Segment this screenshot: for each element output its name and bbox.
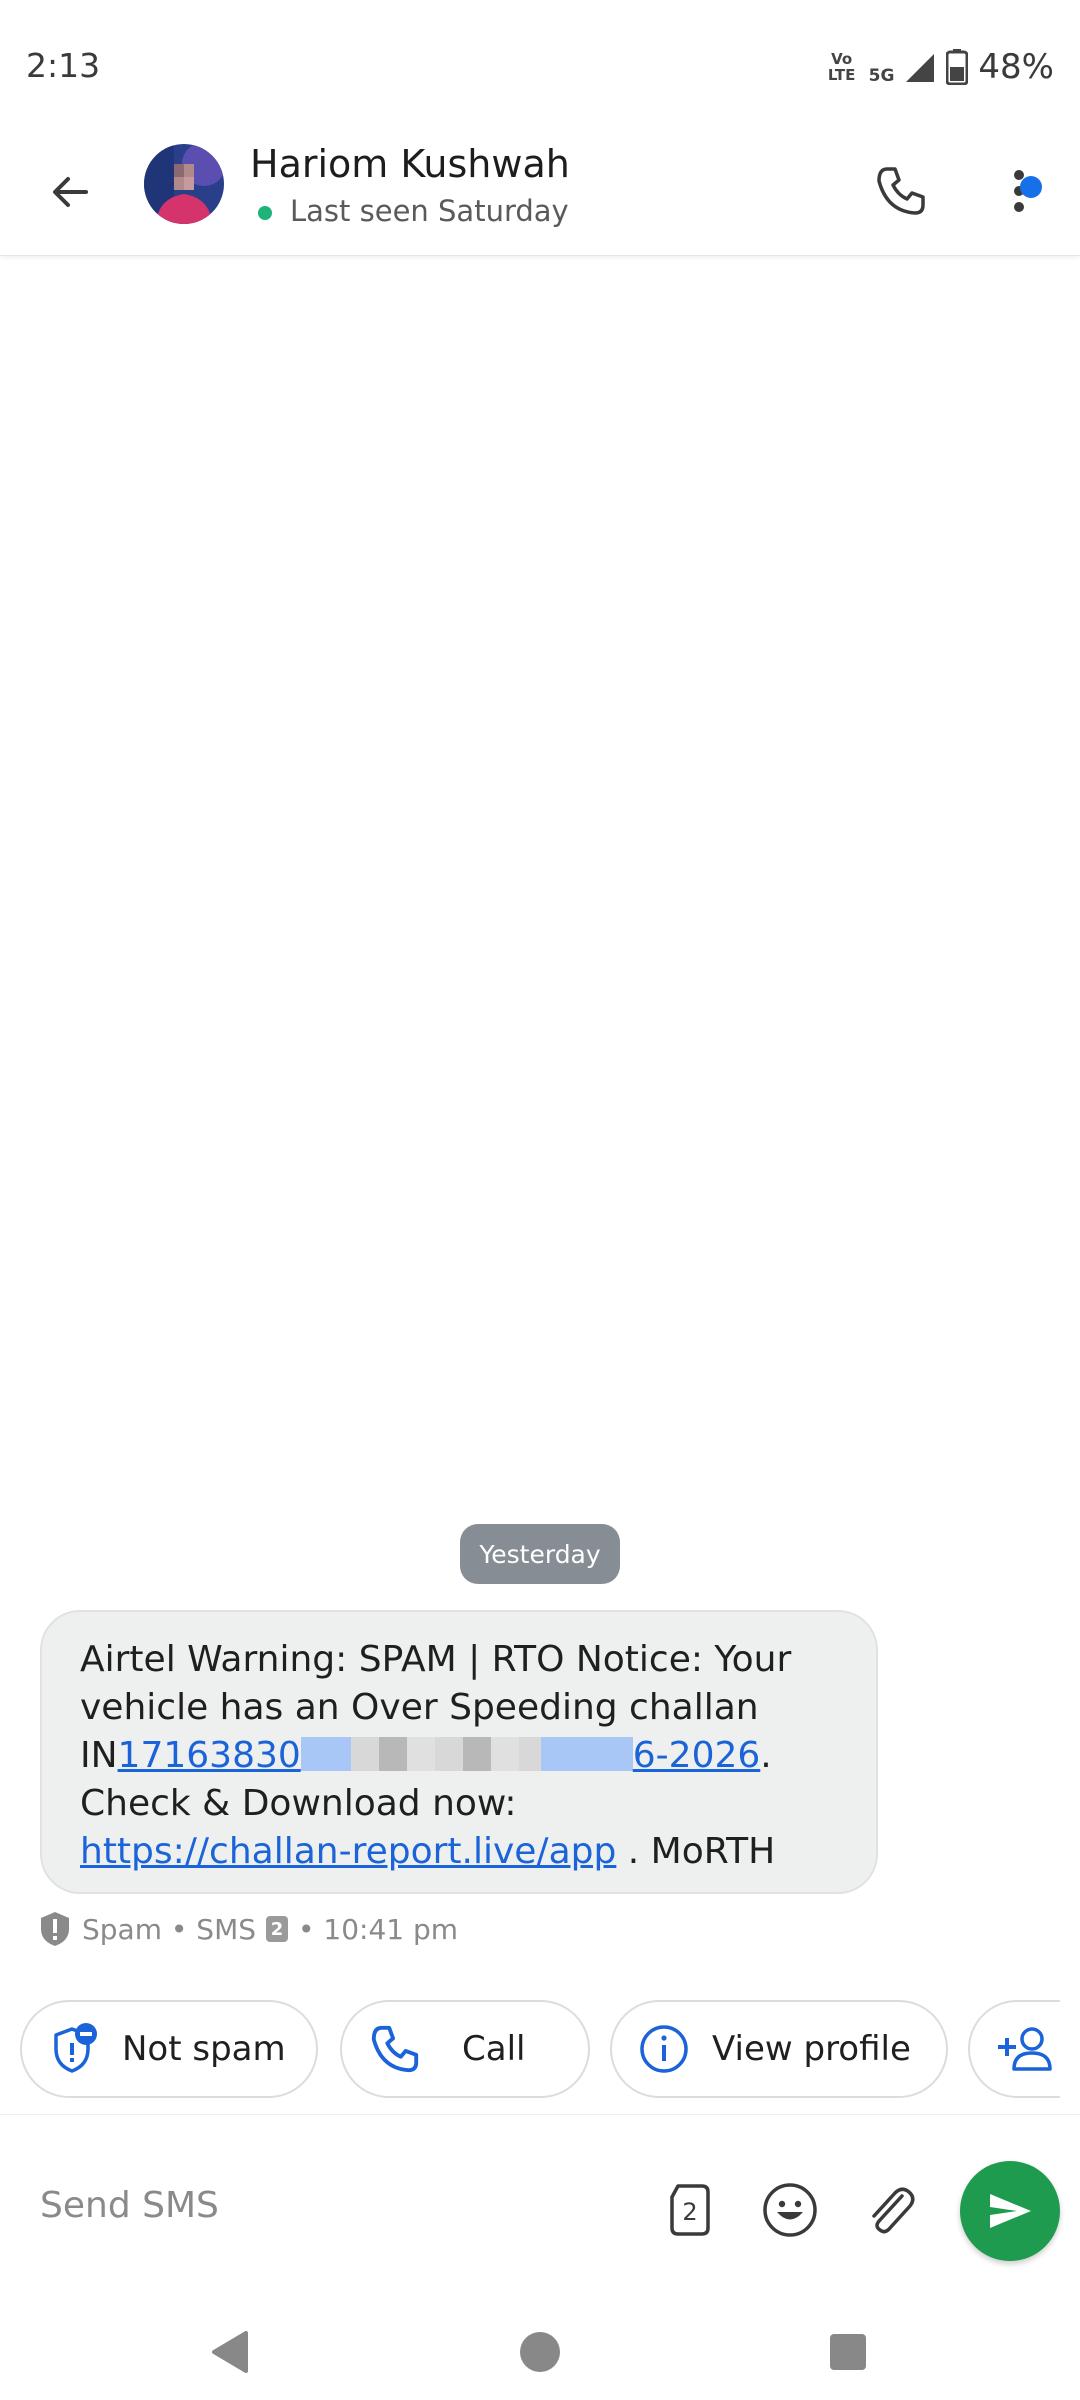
send-icon bbox=[990, 2194, 1031, 2228]
last-seen-status: Last seen Saturday bbox=[290, 194, 569, 228]
redaction bbox=[540, 1737, 633, 1771]
back-arrow-icon bbox=[53, 177, 88, 207]
sim-icon: 2 bbox=[266, 1916, 289, 1942]
avatar-image bbox=[144, 144, 224, 224]
sim-card-icon: 2 bbox=[670, 2184, 710, 2236]
message-bubble[interactable]: Airtel Warning: SPAM | RTO Notice: Your … bbox=[40, 1610, 878, 1894]
sms-input[interactable]: Send SMS bbox=[40, 2185, 219, 2226]
attach-button[interactable] bbox=[859, 2179, 921, 2241]
phone-icon bbox=[877, 167, 925, 215]
status-time: 2:13 bbox=[26, 46, 101, 85]
nav-recents-button[interactable] bbox=[818, 2322, 878, 2382]
paperclip-icon bbox=[872, 2187, 915, 2234]
challan-link[interactable]: 17163830 6-2026 bbox=[118, 1735, 761, 1776]
sim-number: 2 bbox=[682, 2198, 697, 2226]
status-icons: Vo LTE 5G 48% bbox=[825, 42, 1054, 92]
more-options-button[interactable] bbox=[994, 156, 1054, 226]
nav-recents-icon bbox=[830, 2334, 866, 2370]
info-icon bbox=[640, 2025, 688, 2073]
conversation-header: Hariom Kushwah Last seen Saturday bbox=[0, 130, 1080, 256]
battery-percent: 48% bbox=[978, 47, 1054, 87]
battery-icon bbox=[946, 49, 969, 85]
nav-back-icon bbox=[212, 2331, 248, 2373]
contact-name[interactable]: Hariom Kushwah bbox=[250, 142, 570, 186]
message-composer: Send SMS 2 bbox=[0, 2114, 1080, 2304]
message-meta: Spam • SMS 2 • 10:41 pm bbox=[38, 1908, 458, 1950]
volte-icon: Vo LTE bbox=[827, 50, 856, 84]
nav-back-button[interactable] bbox=[200, 2322, 260, 2382]
redaction bbox=[350, 1737, 541, 1771]
signal-icon bbox=[906, 54, 935, 82]
message-text: IN bbox=[80, 1735, 118, 1776]
date-separator: Yesterday bbox=[460, 1524, 620, 1584]
send-button[interactable] bbox=[960, 2161, 1060, 2261]
system-nav-bar bbox=[0, 2304, 1080, 2400]
network-type: 5G bbox=[868, 66, 895, 86]
view-profile-label: View profile bbox=[712, 2029, 911, 2069]
phone-icon bbox=[371, 2025, 419, 2073]
call-button[interactable] bbox=[866, 156, 936, 226]
nav-home-icon bbox=[520, 2332, 560, 2372]
message-type: Spam • SMS bbox=[82, 1912, 257, 1946]
message-url-link[interactable]: https://challan-report.live/app bbox=[80, 1831, 616, 1872]
call-label: Call bbox=[462, 2029, 526, 2069]
back-button[interactable] bbox=[38, 160, 102, 224]
suggested-actions: Not spam Call View profile bbox=[20, 2000, 1060, 2100]
view-profile-button[interactable]: View profile bbox=[610, 2000, 948, 2098]
notification-badge bbox=[1020, 176, 1042, 198]
add-person-icon bbox=[998, 2027, 1052, 2071]
presence-dot bbox=[258, 206, 272, 220]
message-text: . MoRTH bbox=[616, 1831, 776, 1872]
emoji-icon bbox=[763, 2183, 817, 2237]
message-time: • 10:41 pm bbox=[298, 1912, 459, 1946]
emoji-button[interactable] bbox=[759, 2179, 821, 2241]
status-bar: 2:13 Vo LTE 5G 48% bbox=[0, 0, 1080, 130]
shield-minus-icon bbox=[54, 2023, 97, 2073]
message-text: Check & Download now: bbox=[80, 1783, 517, 1824]
message-text: Airtel Warning: SPAM | RTO Notice: Your … bbox=[80, 1639, 792, 1728]
sim-select-button[interactable]: 2 bbox=[659, 2179, 721, 2241]
add-contact-button[interactable] bbox=[968, 2000, 1060, 2098]
redaction bbox=[300, 1737, 351, 1771]
not-spam-button[interactable]: Not spam bbox=[20, 2000, 318, 2098]
avatar[interactable] bbox=[144, 144, 224, 224]
call-action-button[interactable]: Call bbox=[340, 2000, 590, 2098]
nav-home-button[interactable] bbox=[510, 2322, 570, 2382]
not-spam-label: Not spam bbox=[122, 2029, 286, 2069]
spam-shield-icon bbox=[41, 1912, 69, 1946]
more-dot-icon bbox=[1014, 202, 1024, 212]
